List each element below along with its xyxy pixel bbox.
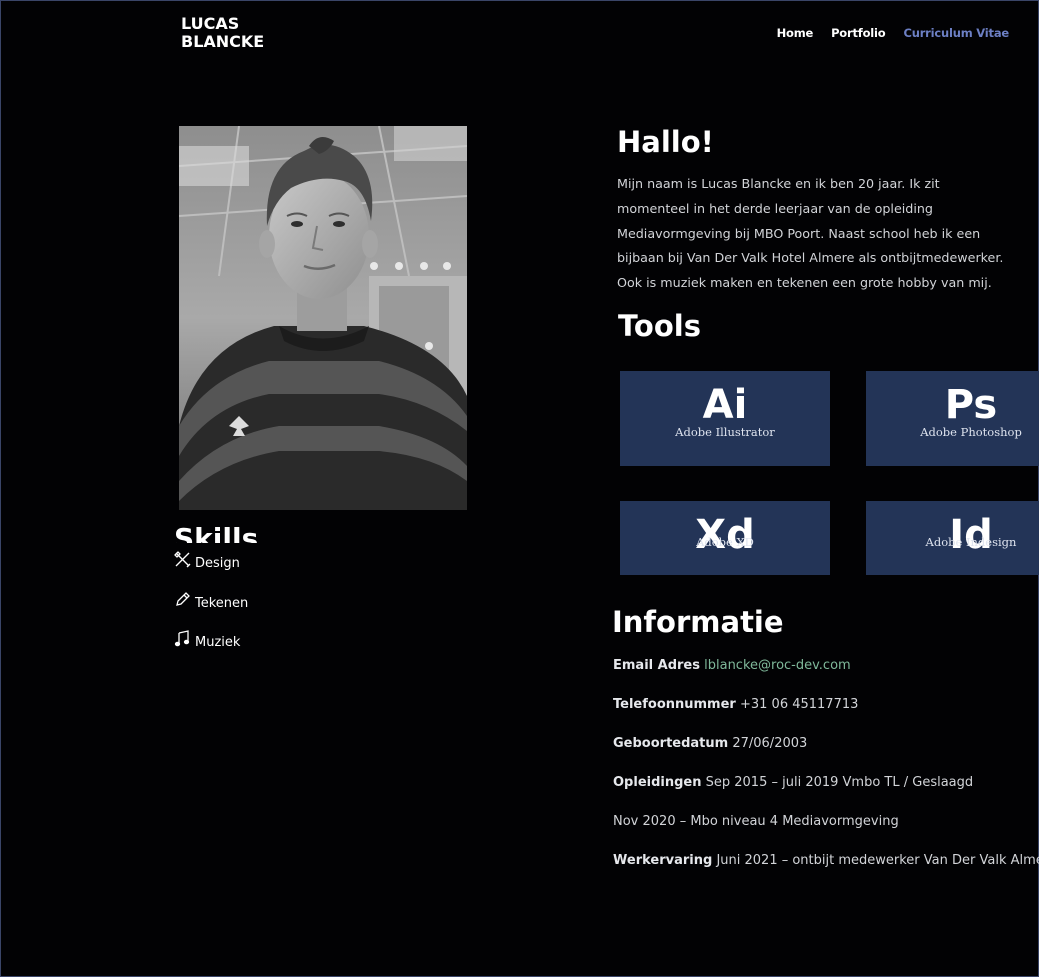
skill-item-design: Design [174, 551, 240, 571]
site-logo[interactable]: LUCAS BLANCKE [181, 15, 264, 51]
nav-home[interactable]: Home [777, 26, 814, 40]
design-tools-icon [174, 551, 191, 568]
info-title: Informatie [612, 605, 784, 639]
nav-portfolio[interactable]: Portfolio [831, 26, 886, 40]
tools-title: Tools [618, 309, 701, 343]
info-label: Geboortedatum [613, 736, 729, 751]
info-birthdate: Geboortedatum 27/06/2003 [613, 736, 807, 751]
tool-tile-illustrator[interactable]: Ai Adobe Illustrator [620, 371, 830, 466]
tool-name: Adobe Illustrator [675, 425, 775, 439]
pencil-icon [174, 591, 191, 608]
tool-name: Adobe Indesign [925, 535, 1017, 549]
skill-item-muziek: Muziek [174, 630, 241, 650]
info-label: Telefoonnummer [613, 697, 736, 712]
info-value: Sep 2015 – juli 2019 Vmbo TL / Geslaagd [705, 775, 974, 790]
tool-tile-xd[interactable]: Xd Adobe XD [620, 501, 830, 575]
info-value: Nov 2020 – Mbo niveau 4 Mediavormgeving [613, 814, 899, 829]
info-value: 27/06/2003 [732, 736, 808, 751]
email-link[interactable]: lblancke@roc-dev.com [704, 658, 851, 673]
logo-line-1: LUCAS [181, 14, 240, 33]
tool-tile-photoshop[interactable]: Ps Adobe Photoshop [866, 371, 1039, 466]
info-education-2: Nov 2020 – Mbo niveau 4 Mediavormgeving [613, 814, 899, 829]
profile-photo [179, 126, 467, 510]
info-label: Opleidingen [613, 775, 702, 790]
about-title: Hallo! [617, 125, 714, 159]
info-label: Email Adres [613, 658, 700, 673]
info-email: Email Adres lblancke@roc-dev.com [613, 658, 851, 673]
tool-abbr: Ai [702, 382, 748, 428]
tool-name: Adobe Photoshop [920, 425, 1022, 439]
main-nav: Home Portfolio Curriculum Vitae [777, 26, 1010, 40]
logo-line-2: BLANCKE [181, 32, 265, 51]
about-text: Mijn naam is Lucas Blancke en ik ben 20 … [617, 176, 1004, 291]
info-value: +31 06 45117713 [739, 697, 859, 712]
page: LUCAS BLANCKE Home Portfolio Curriculum … [0, 0, 1039, 977]
info-phone: Telefoonnummer +31 06 45117713 [613, 697, 858, 712]
tool-abbr: Ps [944, 382, 998, 428]
tool-name: Adobe XD [696, 535, 754, 549]
skill-item-tekenen: Tekenen [174, 591, 249, 611]
info-label: Werkervaring [613, 853, 713, 868]
nav-curriculum-vitae[interactable]: Curriculum Vitae [903, 26, 1009, 40]
info-work: Werkervaring Juni 2021 – ontbijt medewer… [613, 853, 1039, 868]
skill-label: Design [195, 556, 240, 571]
info-education: Opleidingen Sep 2015 – juli 2019 Vmbo TL… [613, 775, 973, 790]
skills-title: Skills [174, 522, 259, 543]
music-note-icon [174, 630, 191, 647]
skill-label: Tekenen [195, 596, 249, 611]
info-value: Juni 2021 – ontbijt medewerker Van Der V… [716, 853, 1039, 868]
skill-label: Muziek [195, 635, 241, 650]
tool-tile-indesign[interactable]: Id Adobe Indesign [866, 501, 1039, 575]
